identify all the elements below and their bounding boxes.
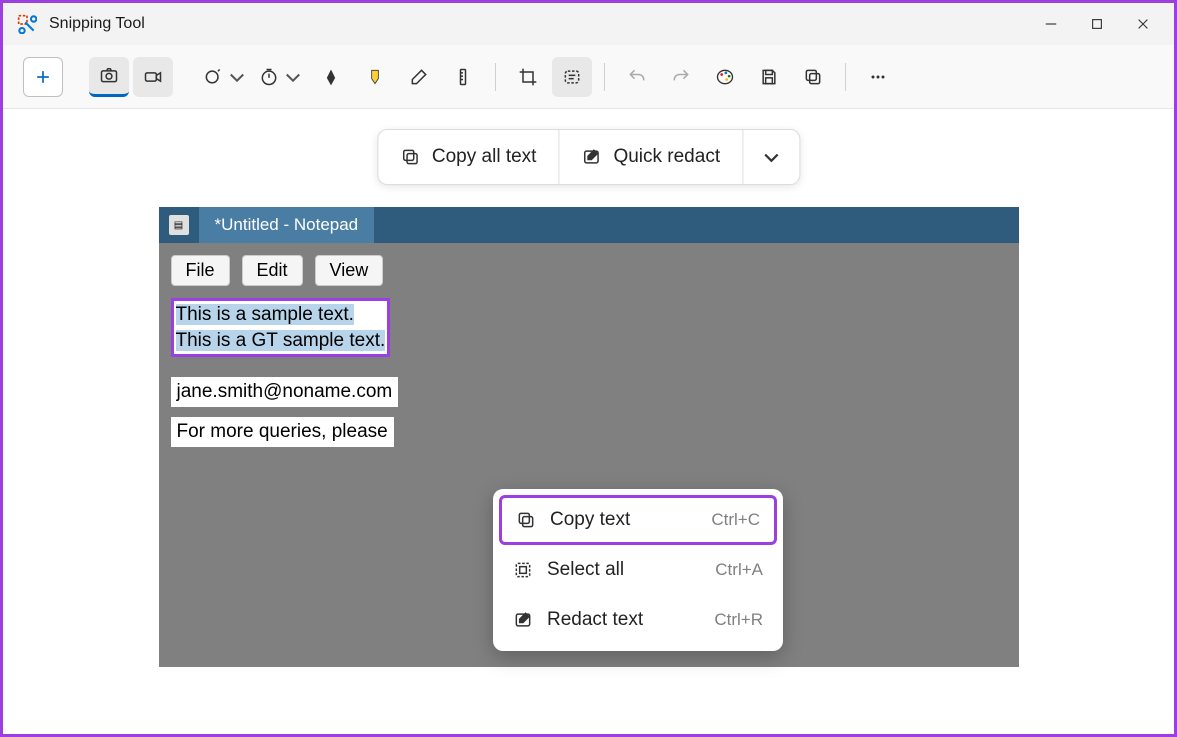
copy-icon [516,510,536,530]
notepad-menu-file: File [171,255,230,286]
toolbar-separator [845,63,846,91]
quick-redact-label: Quick redact [613,146,720,168]
context-menu-shortcut: Ctrl+R [714,610,763,630]
highlighter-button[interactable] [355,57,395,97]
copy-button[interactable] [793,57,833,97]
delay-button[interactable] [255,57,307,97]
notepad-menu-view: View [315,255,384,286]
edit-in-paint-button[interactable] [705,57,745,97]
copy-all-text-label: Copy all text [432,146,537,168]
minimize-button[interactable] [1028,8,1074,40]
context-menu-shortcut: Ctrl+C [711,510,760,530]
context-menu-copy-text[interactable]: Copy text Ctrl+C [499,495,777,545]
maximize-button[interactable] [1074,8,1120,40]
content-area: Copy all text Quick redact ▤ *Untitled -… [3,109,1174,734]
select-all-icon [513,560,533,580]
ocr-selected-line: This is a sample text. [176,304,354,325]
context-menu: Copy text Ctrl+C Select all Ctrl+A Redac… [493,489,783,651]
app-title: Snipping Tool [49,15,145,33]
more-button[interactable] [858,57,898,97]
save-button[interactable] [749,57,789,97]
notepad-tab-label: *Untitled - Notepad [215,215,359,235]
notepad-body: This is a sample text. This is a GT samp… [159,298,1019,457]
window-controls [1028,8,1166,40]
notepad-icon: ▤ [169,215,189,235]
undo-button[interactable] [617,57,657,97]
quick-redact-button[interactable]: Quick redact [559,130,743,184]
ocr-selected-text[interactable]: This is a sample text. This is a GT samp… [171,298,391,357]
ocr-selected-line: This is a GT sample text. [176,330,386,351]
ocr-text-line[interactable]: For more queries, please [171,417,394,447]
redact-icon [513,610,533,630]
app-window: Snipping Tool [0,0,1177,737]
context-menu-redact-text[interactable]: Redact text Ctrl+R [499,595,777,645]
context-menu-shortcut: Ctrl+A [715,560,763,580]
notepad-menu-edit: Edit [242,255,303,286]
text-actions-bar: Copy all text Quick redact [377,129,800,185]
photo-mode-button[interactable] [89,57,129,97]
titlebar: Snipping Tool [3,3,1174,45]
notepad-titlebar: ▤ *Untitled - Notepad [159,207,1019,243]
ruler-button[interactable] [443,57,483,97]
context-menu-select-all[interactable]: Select all Ctrl+A [499,545,777,595]
notepad-tab: *Untitled - Notepad [199,207,375,243]
pen-button[interactable] [311,57,351,97]
context-menu-label: Redact text [547,609,643,631]
redact-icon [581,147,601,167]
redo-button[interactable] [661,57,701,97]
copy-icon [400,147,420,167]
ocr-text-line[interactable]: jane.smith@noname.com [171,377,399,407]
toolbar-separator [495,63,496,91]
video-mode-button[interactable] [133,57,173,97]
close-button[interactable] [1120,8,1166,40]
snip-shape-button[interactable] [199,57,251,97]
chevron-down-icon [761,147,781,167]
context-menu-label: Select all [547,559,624,581]
new-snip-button[interactable] [23,57,63,97]
text-actions-button[interactable] [552,57,592,97]
eraser-button[interactable] [399,57,439,97]
context-menu-label: Copy text [550,509,630,531]
snipping-tool-icon [17,14,37,34]
notepad-menubar: File Edit View [159,243,1019,298]
crop-button[interactable] [508,57,548,97]
copy-all-text-button[interactable]: Copy all text [378,130,560,184]
toolbar-separator [604,63,605,91]
toolbar [3,45,1174,109]
quick-redact-dropdown[interactable] [743,130,799,184]
